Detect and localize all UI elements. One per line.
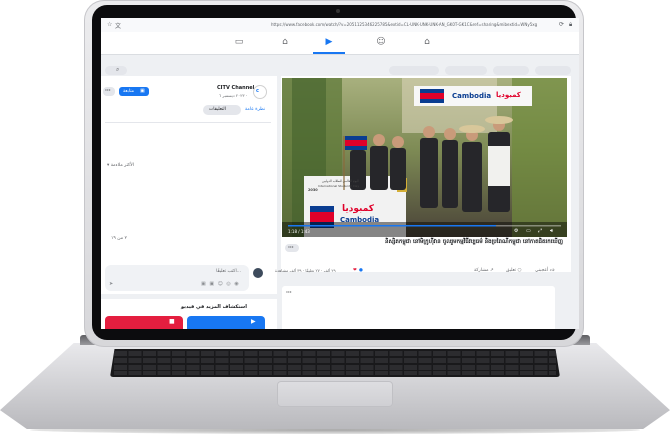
friends-icon[interactable]: ☺	[375, 36, 387, 48]
tab-overview[interactable]: نظرة عامة	[245, 107, 265, 112]
refresh-icon[interactable]: ⟳	[559, 21, 564, 28]
follow-button[interactable]: متابعة ▣	[119, 87, 149, 96]
comment-box[interactable]: اكتب تعليقًا... ➤ ▣ ▣ ☺ ◎ ◉	[105, 265, 249, 291]
tab-comments[interactable]: التعليقات	[203, 105, 241, 115]
follow-icon: ▣	[140, 88, 145, 94]
share-icon: ↗	[489, 268, 494, 273]
search-box[interactable]: ⌕	[105, 66, 127, 75]
live-video-icon: ■	[169, 318, 175, 325]
watch-card-icon: ▶	[251, 318, 256, 325]
volume-icon[interactable]: 🔊︎	[550, 228, 553, 234]
comment-count: ٢ من ١٩	[111, 236, 127, 241]
channel-name[interactable]: CITV Channel	[217, 85, 254, 91]
keyboard	[110, 349, 560, 377]
post-more-button[interactable]: ···	[285, 244, 299, 252]
shortcut-pill[interactable]	[445, 66, 487, 75]
explore-heading: استكشاف المزيد في فيديو	[181, 304, 247, 310]
address-bar[interactable]: ☆ 文 https://www.facebook.com/watch/?v=20…	[101, 18, 579, 33]
star-icon[interactable]: ☆	[107, 21, 112, 28]
share-button[interactable]: مشاركة ↗	[474, 268, 494, 273]
explore-card-live[interactable]: ■	[105, 316, 183, 329]
video-frame	[282, 78, 567, 237]
gaming-icon[interactable]: ▭	[233, 36, 245, 48]
video-player[interactable]: Cambodia كمبوديا اليوم العالمي للطلاب ال…	[282, 78, 567, 237]
reactions-summary[interactable]: ٢٩ ألف · ٢٧ تعليقًا · ٣٩ ألف مشاهدة	[275, 268, 336, 273]
event-title-english: International Students' Day	[318, 184, 360, 188]
reaction-icons: ❤︎	[353, 268, 357, 273]
commenter-avatar	[253, 268, 263, 278]
shortcut-pill[interactable]	[389, 66, 439, 75]
home-icon[interactable]: ⌂	[421, 36, 433, 48]
active-tab-indicator	[313, 52, 345, 54]
top-navigation: ▭ ⌂ ▶ ☺ ⌂	[101, 32, 579, 55]
video-sidebar: ··· متابعة ▣ CITV Channel ٢٠٢٣ ديسمبر ٦ …	[101, 76, 277, 329]
event-year: 2030	[308, 188, 318, 192]
watch-icon[interactable]: ▶	[323, 36, 335, 48]
translate-icon[interactable]: 文	[115, 21, 121, 30]
section-gap	[101, 294, 277, 299]
webcam	[336, 9, 340, 13]
thumbs-up-icon: 👍︎	[549, 268, 555, 273]
post-date: ٢٠٢٣ ديسمبر ٦ ·	[219, 93, 248, 98]
lock-icon: 🔒︎	[569, 21, 573, 28]
video-time: 1:18 / 1:43	[288, 229, 310, 234]
fullscreen-icon[interactable]: ⤢	[538, 228, 542, 234]
trackpad	[277, 381, 393, 407]
banner-top-arabic: كمبوديا	[496, 91, 521, 99]
like-reaction-icon: ●	[359, 268, 363, 273]
comment-button[interactable]: تعليق ○	[506, 268, 521, 273]
shortcut-pill[interactable]	[535, 66, 571, 75]
comment-input[interactable]: اكتب تعليقًا...	[216, 269, 241, 274]
comments-card: ···	[282, 286, 555, 329]
url-text[interactable]: https://www.facebook.com/watch/?v=205112…	[271, 22, 551, 27]
banner-stand-arabic: كمبوديا	[342, 204, 374, 214]
banner-top-english: Cambodia	[452, 92, 492, 100]
event-title-arabic: اليوم العالمي للطلاب الدوليين	[322, 179, 359, 183]
more-options-button[interactable]: ···	[103, 87, 115, 96]
divider	[105, 122, 271, 123]
browser-screen: ☆ 文 https://www.facebook.com/watch/?v=20…	[101, 18, 579, 329]
explore-card-watch[interactable]: ▶	[187, 316, 265, 329]
settings-icon[interactable]: ⚙	[514, 228, 518, 234]
shortcut-pill[interactable]	[493, 66, 529, 75]
comments-more-button[interactable]: ···	[286, 290, 292, 296]
citv-logo: c	[256, 88, 259, 94]
send-icon[interactable]: ➤	[109, 281, 113, 287]
emoji-sticker-icons[interactable]: ▣ ▣ ☺ ◎ ◉	[201, 281, 240, 287]
post-title: និស្សិតកម្ពុជា នៅមិក្រូហ៊ីវាន ចូលរួមកម្ម…	[384, 239, 563, 245]
sort-dropdown[interactable]: ▾ الأكثر ملاءمة	[107, 163, 134, 168]
search-icon: ⌕	[116, 66, 120, 73]
marketplace-icon[interactable]: ⌂	[279, 36, 291, 48]
like-button[interactable]: أعجبني 👍︎	[535, 268, 554, 273]
comment-icon: ○	[517, 268, 522, 273]
banner-stand-english: Cambodia	[340, 216, 380, 224]
avatar[interactable]: c	[253, 85, 267, 99]
pip-icon[interactable]: ▭	[526, 228, 531, 234]
